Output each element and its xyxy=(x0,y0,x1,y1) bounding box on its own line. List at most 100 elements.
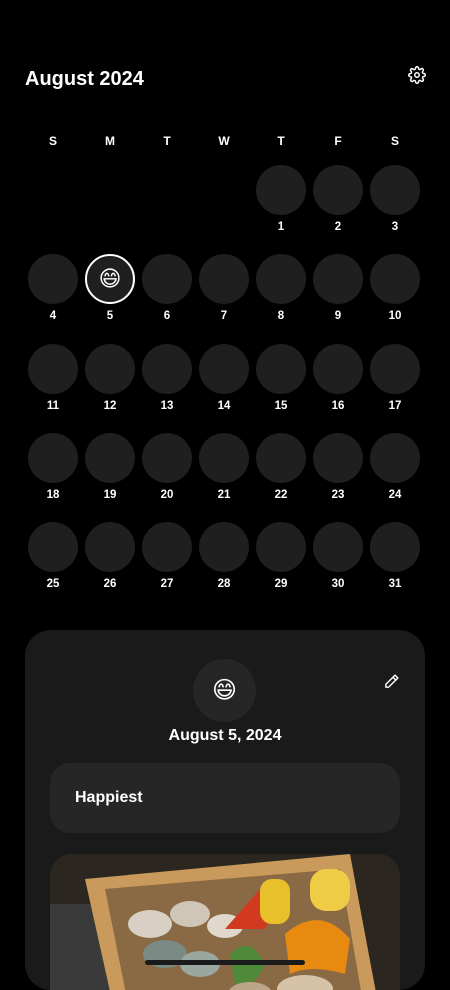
calendar-day-20[interactable]: 20 xyxy=(142,433,192,501)
day-number: 20 xyxy=(160,489,174,501)
day-circle xyxy=(199,433,249,483)
pencil-icon[interactable] xyxy=(381,671,401,691)
calendar-day-19[interactable]: 19 xyxy=(85,433,135,501)
day-number: 7 xyxy=(220,310,228,322)
day-number: 27 xyxy=(160,578,174,590)
calendar-day-26[interactable]: 26 xyxy=(85,522,135,590)
day-number: 23 xyxy=(331,489,345,501)
day-circle xyxy=(199,522,249,572)
day-number: 2 xyxy=(334,221,342,233)
day-circle xyxy=(142,254,192,304)
day-number: 24 xyxy=(388,489,402,501)
calendar-day-30[interactable]: 30 xyxy=(313,522,363,590)
calendar-day-4[interactable]: 4 xyxy=(28,254,78,322)
day-circle xyxy=(199,344,249,394)
day-circle xyxy=(370,522,420,572)
day-circle xyxy=(85,344,135,394)
day-circle xyxy=(85,433,135,483)
calendar-day-1[interactable]: 1 xyxy=(256,165,306,233)
calendar-day-28[interactable]: 28 xyxy=(199,522,249,590)
day-detail-panel: 😄 August 5, 2024 Happiest xyxy=(25,630,425,990)
day-number: 5 xyxy=(106,310,114,322)
day-circle xyxy=(256,344,306,394)
day-number: 3 xyxy=(391,221,399,233)
day-circle xyxy=(28,433,78,483)
detail-date: August 5, 2024 xyxy=(168,727,282,744)
day-number: 1 xyxy=(277,221,285,233)
day-circle xyxy=(28,522,78,572)
home-indicator xyxy=(145,960,305,965)
day-circle xyxy=(142,344,192,394)
day-circle xyxy=(28,254,78,304)
day-circle xyxy=(313,344,363,394)
calendar-day-22[interactable]: 22 xyxy=(256,433,306,501)
day-circle xyxy=(313,254,363,304)
mood-emoji: 😄 xyxy=(211,677,238,704)
calendar-day-2[interactable]: 2 xyxy=(313,165,363,233)
day-number: 13 xyxy=(160,400,174,412)
day-number: 30 xyxy=(331,578,345,590)
day-number: 26 xyxy=(103,578,117,590)
mood-emoji-badge: 😄 xyxy=(193,659,256,722)
day-circle: 😄 xyxy=(85,254,135,304)
day-circle xyxy=(313,433,363,483)
day-circle xyxy=(313,522,363,572)
calendar-day-18[interactable]: 18 xyxy=(28,433,78,501)
day-number: 18 xyxy=(46,489,60,501)
calendar-day-27[interactable]: 27 xyxy=(142,522,192,590)
day-circle xyxy=(142,433,192,483)
calendar-day-7[interactable]: 7 xyxy=(199,254,249,322)
day-circle xyxy=(85,522,135,572)
calendar-day-25[interactable]: 25 xyxy=(28,522,78,590)
day-number: 25 xyxy=(46,578,60,590)
day-number: 11 xyxy=(46,400,60,412)
day-number: 4 xyxy=(49,310,57,322)
day-circle xyxy=(370,254,420,304)
calendar-day-31[interactable]: 31 xyxy=(370,522,420,590)
calendar-day-3[interactable]: 3 xyxy=(370,165,420,233)
day-circle xyxy=(256,254,306,304)
day-number: 22 xyxy=(274,489,288,501)
day-number: 10 xyxy=(388,310,402,322)
day-number: 19 xyxy=(103,489,117,501)
calendar-day-15[interactable]: 15 xyxy=(256,344,306,412)
day-number: 9 xyxy=(334,310,342,322)
calendar-grid: 1 2 3 4 😄 5 6 7 8 9 10 11 12 13 14 15 16 17 18 19 20 21 22 23 24… xyxy=(0,0,450,600)
calendar-day-17[interactable]: 17 xyxy=(370,344,420,412)
day-number: 17 xyxy=(388,400,402,412)
day-number: 31 xyxy=(388,578,402,590)
calendar-day-12[interactable]: 12 xyxy=(85,344,135,412)
day-number: 8 xyxy=(277,310,285,322)
calendar-day-29[interactable]: 29 xyxy=(256,522,306,590)
calendar-day-10[interactable]: 10 xyxy=(370,254,420,322)
day-number: 12 xyxy=(103,400,117,412)
calendar-day-6[interactable]: 6 xyxy=(142,254,192,322)
calendar-day-14[interactable]: 14 xyxy=(199,344,249,412)
day-circle xyxy=(28,344,78,394)
mood-label: Happiest xyxy=(75,789,143,806)
calendar-day-24[interactable]: 24 xyxy=(370,433,420,501)
day-circle xyxy=(370,344,420,394)
day-circle xyxy=(256,165,306,215)
day-number: 16 xyxy=(331,400,345,412)
day-circle xyxy=(256,433,306,483)
day-circle xyxy=(199,254,249,304)
day-number: 14 xyxy=(217,400,231,412)
calendar-day-9[interactable]: 9 xyxy=(313,254,363,322)
day-number: 21 xyxy=(217,489,231,501)
day-circle xyxy=(256,522,306,572)
calendar-day-23[interactable]: 23 xyxy=(313,433,363,501)
calendar-day-11[interactable]: 11 xyxy=(28,344,78,412)
entry-photo[interactable] xyxy=(50,854,400,990)
calendar-day-8[interactable]: 8 xyxy=(256,254,306,322)
calendar-day-16[interactable]: 16 xyxy=(313,344,363,412)
calendar-day-13[interactable]: 13 xyxy=(142,344,192,412)
mood-card[interactable]: Happiest xyxy=(50,763,400,833)
day-number: 15 xyxy=(274,400,288,412)
calendar-day-5[interactable]: 😄 5 xyxy=(85,254,135,322)
calendar-day-21[interactable]: 21 xyxy=(199,433,249,501)
day-circle xyxy=(142,522,192,572)
day-number: 29 xyxy=(274,578,288,590)
day-circle xyxy=(370,433,420,483)
day-circle xyxy=(370,165,420,215)
